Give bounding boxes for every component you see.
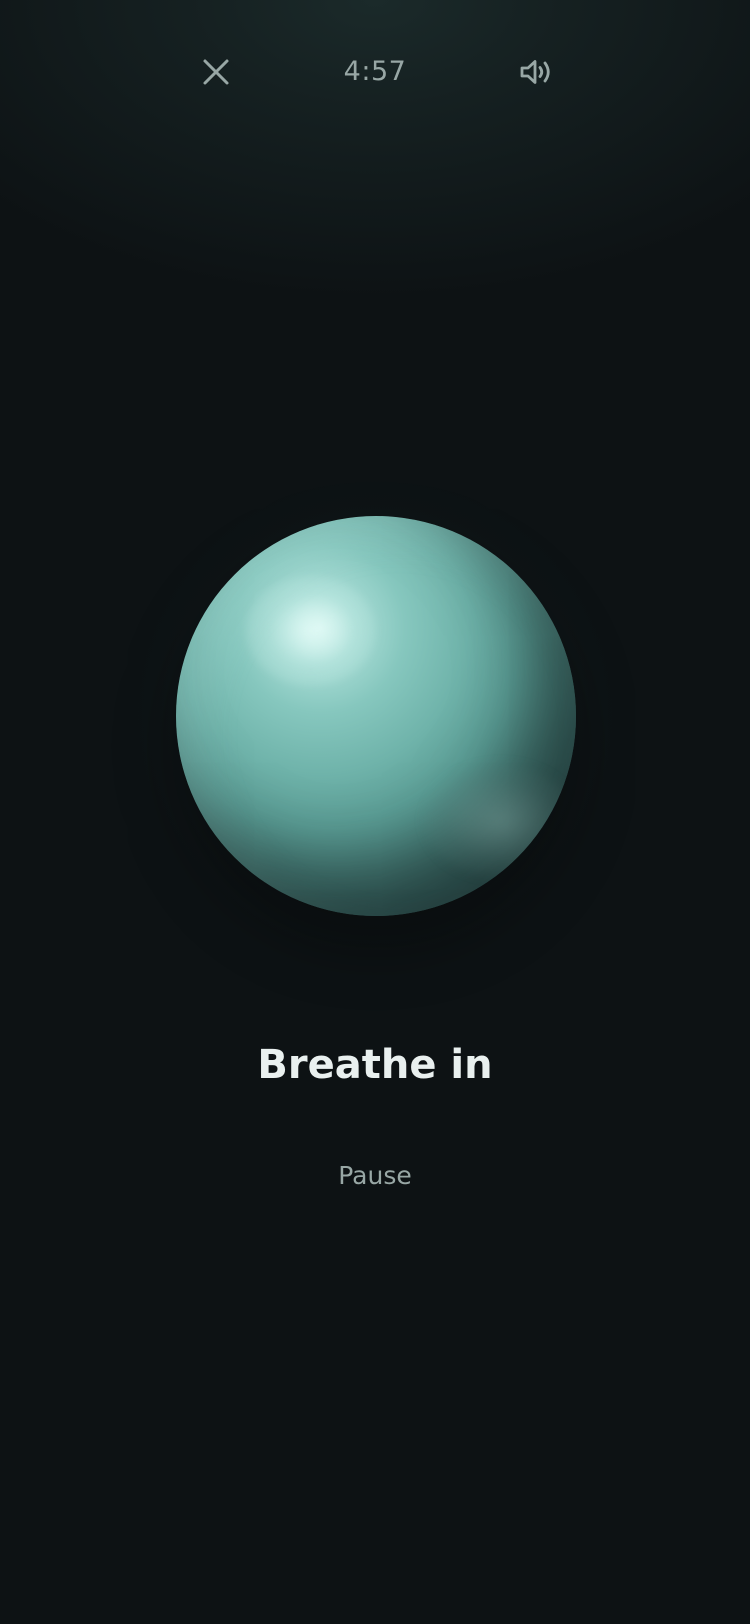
close-icon (203, 59, 229, 85)
breathing-instruction: Breathe in (257, 1042, 493, 1088)
speaker-icon (520, 60, 550, 84)
sound-toggle-button[interactable] (517, 52, 557, 92)
top-bar: 4:57 (0, 0, 750, 145)
close-button[interactable] (196, 52, 236, 92)
pause-button[interactable]: Pause (305, 1156, 445, 1196)
countdown-timer: 4:57 (343, 56, 407, 87)
breathing-orb (176, 516, 576, 916)
